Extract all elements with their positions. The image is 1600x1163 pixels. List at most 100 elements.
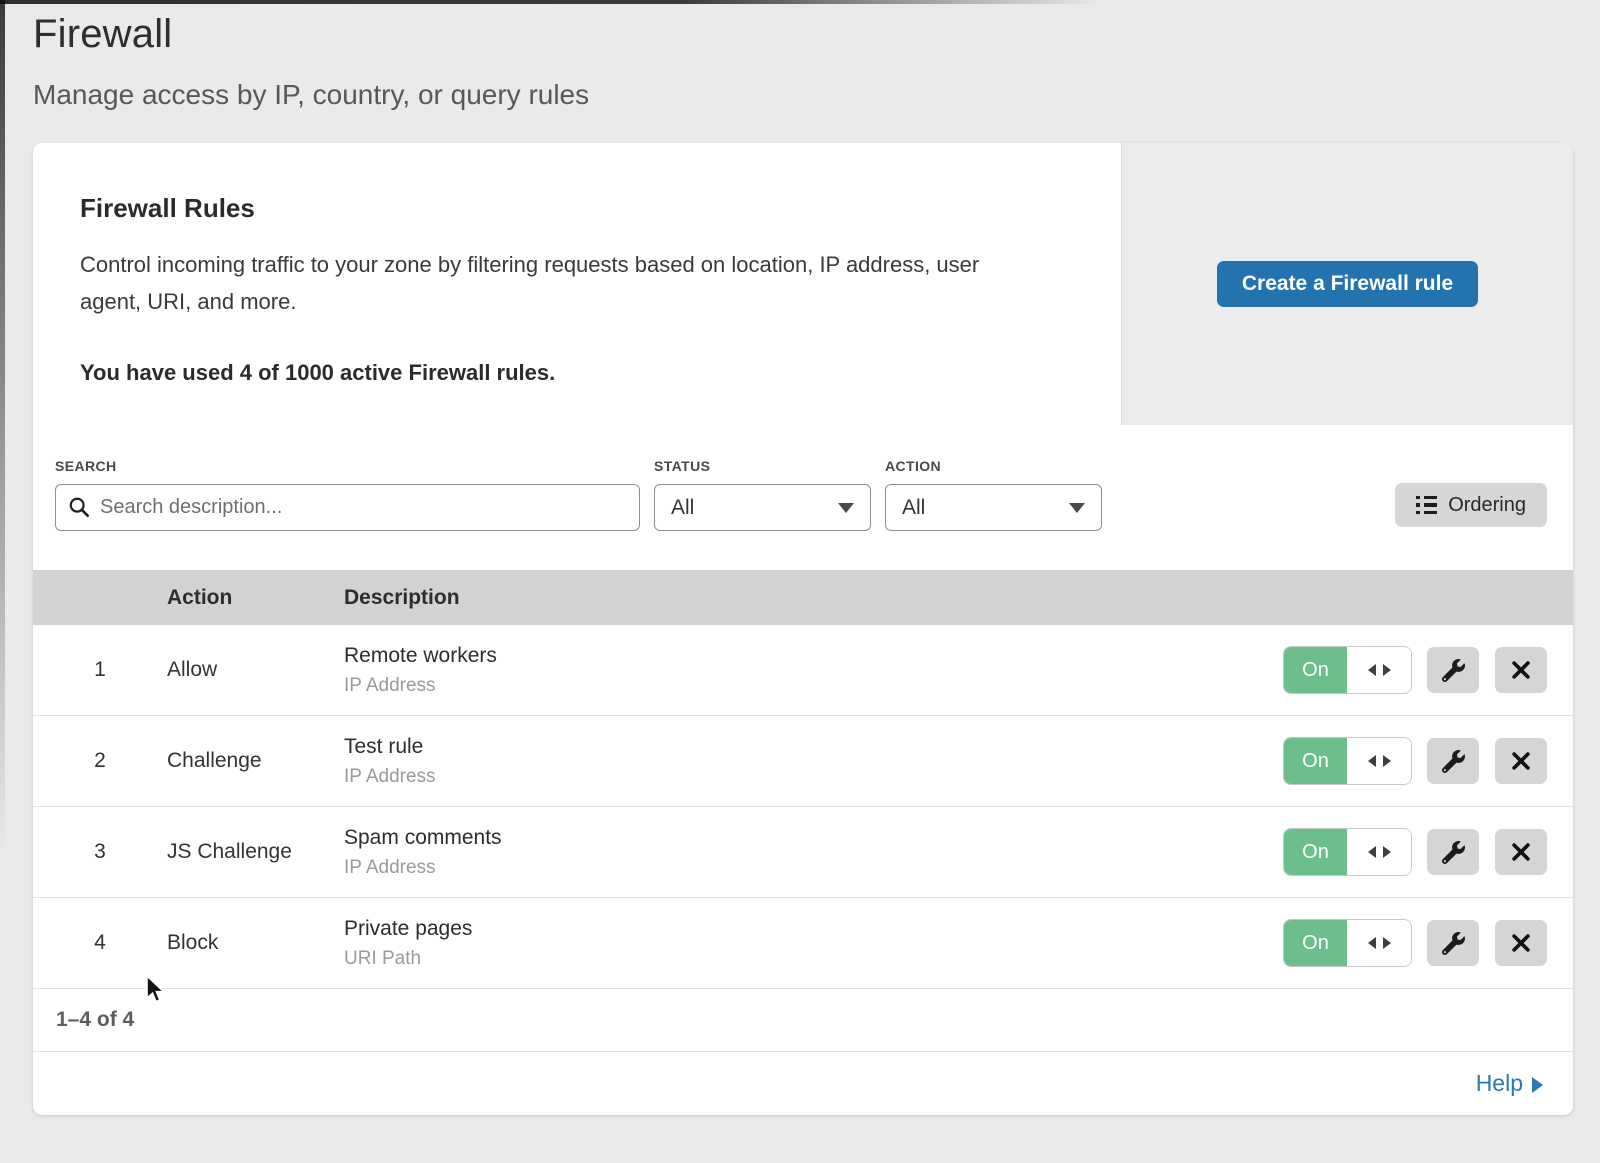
card-footer: Help bbox=[33, 1052, 1573, 1115]
action-select-value: All bbox=[902, 496, 925, 520]
table-row: 3 JS Challenge Spam comments IP Address … bbox=[33, 807, 1573, 898]
triangle-right-icon bbox=[1383, 846, 1391, 858]
rule-priority: 3 bbox=[33, 840, 167, 864]
chevron-down-icon bbox=[1069, 503, 1085, 513]
rule-enabled-toggle[interactable]: On bbox=[1284, 738, 1411, 784]
toggle-state-label: On bbox=[1284, 647, 1347, 693]
triangle-right-icon bbox=[1383, 664, 1391, 676]
rule-controls: On bbox=[1284, 738, 1547, 784]
action-select[interactable]: All bbox=[885, 484, 1102, 531]
pagination-bar: 1–4 of 4 bbox=[33, 989, 1573, 1052]
close-icon bbox=[1510, 841, 1532, 863]
chevron-down-icon bbox=[838, 503, 854, 513]
usage-summary: You have used 4 of 1000 active Firewall … bbox=[80, 360, 1081, 386]
rule-description: Remote workers bbox=[344, 644, 1284, 668]
triangle-left-icon bbox=[1368, 664, 1376, 676]
search-label: SEARCH bbox=[55, 458, 640, 474]
screenshot-edge-left bbox=[0, 0, 5, 860]
action-label: ACTION bbox=[885, 458, 1102, 474]
action-filter: ACTION All bbox=[885, 458, 1102, 531]
status-label: STATUS bbox=[654, 458, 871, 474]
search-input[interactable] bbox=[55, 484, 640, 531]
rule-priority: 2 bbox=[33, 749, 167, 773]
pagination-range: 1–4 of 4 bbox=[56, 1008, 134, 1032]
edit-rule-button[interactable] bbox=[1427, 647, 1479, 693]
rule-match-type: IP Address bbox=[344, 766, 1284, 788]
rule-match-type: URI Path bbox=[344, 948, 1284, 970]
table-header: Action Description bbox=[33, 570, 1573, 625]
page-subtitle: Manage access by IP, country, or query r… bbox=[33, 79, 1600, 111]
delete-rule-button[interactable] bbox=[1495, 647, 1547, 693]
rule-description: Test rule bbox=[344, 735, 1284, 759]
rule-action: Allow bbox=[167, 658, 344, 682]
toggle-handle[interactable] bbox=[1347, 647, 1411, 693]
rule-controls: On bbox=[1284, 829, 1547, 875]
triangle-right-icon bbox=[1383, 755, 1391, 767]
wrench-icon bbox=[1442, 841, 1465, 864]
ordering-button[interactable]: Ordering bbox=[1395, 483, 1547, 527]
section-heading: Firewall Rules bbox=[80, 193, 1081, 224]
status-select[interactable]: All bbox=[654, 484, 871, 531]
table-row: 4 Block Private pages URI Path On bbox=[33, 898, 1573, 989]
delete-rule-button[interactable] bbox=[1495, 738, 1547, 784]
table-row: 2 Challenge Test rule IP Address On bbox=[33, 716, 1573, 807]
edit-rule-button[interactable] bbox=[1427, 738, 1479, 784]
rule-enabled-toggle[interactable]: On bbox=[1284, 920, 1411, 966]
help-link-label: Help bbox=[1476, 1070, 1523, 1097]
status-filter: STATUS All bbox=[654, 458, 871, 531]
rule-description: Private pages bbox=[344, 917, 1284, 941]
edit-rule-button[interactable] bbox=[1427, 920, 1479, 966]
search-icon bbox=[68, 496, 90, 518]
rule-controls: On bbox=[1284, 647, 1547, 693]
rule-description: Spam comments bbox=[344, 826, 1284, 850]
rule-action: Challenge bbox=[167, 749, 344, 773]
wrench-icon bbox=[1442, 750, 1465, 773]
status-select-value: All bbox=[671, 496, 694, 520]
toggle-state-label: On bbox=[1284, 920, 1347, 966]
rule-action: JS Challenge bbox=[167, 840, 344, 864]
ordered-list-icon bbox=[1416, 496, 1437, 515]
search-filter: SEARCH bbox=[55, 458, 640, 531]
close-icon bbox=[1510, 750, 1532, 772]
toggle-state-label: On bbox=[1284, 738, 1347, 784]
section-description: Control incoming traffic to your zone by… bbox=[80, 246, 1030, 320]
rule-action: Block bbox=[167, 931, 344, 955]
action-column-header: Action bbox=[167, 586, 344, 610]
help-link[interactable]: Help bbox=[1476, 1070, 1543, 1097]
rule-match-type: IP Address bbox=[344, 857, 1284, 879]
rule-priority: 1 bbox=[33, 658, 167, 682]
ordering-button-label: Ordering bbox=[1448, 494, 1526, 517]
rule-enabled-toggle[interactable]: On bbox=[1284, 647, 1411, 693]
table-row: 1 Allow Remote workers IP Address On bbox=[33, 625, 1573, 716]
triangle-right-icon bbox=[1383, 937, 1391, 949]
delete-rule-button[interactable] bbox=[1495, 920, 1547, 966]
description-column-header: Description bbox=[344, 586, 1573, 610]
firewall-rules-card: Firewall Rules Control incoming traffic … bbox=[33, 143, 1573, 1115]
page-header: Firewall Manage access by IP, country, o… bbox=[0, 0, 1600, 111]
overview-text: Firewall Rules Control incoming traffic … bbox=[33, 143, 1121, 425]
rule-match-type: IP Address bbox=[344, 675, 1284, 697]
create-firewall-rule-button[interactable]: Create a Firewall rule bbox=[1217, 261, 1478, 307]
triangle-left-icon bbox=[1368, 846, 1376, 858]
toggle-state-label: On bbox=[1284, 829, 1347, 875]
close-icon bbox=[1510, 659, 1532, 681]
wrench-icon bbox=[1442, 659, 1465, 682]
triangle-right-icon bbox=[1532, 1077, 1543, 1093]
screenshot-edge-top bbox=[0, 0, 1100, 4]
rule-priority: 4 bbox=[33, 931, 167, 955]
overview-section: Firewall Rules Control incoming traffic … bbox=[33, 143, 1573, 425]
create-rule-panel: Create a Firewall rule bbox=[1121, 143, 1573, 425]
triangle-left-icon bbox=[1368, 937, 1376, 949]
wrench-icon bbox=[1442, 932, 1465, 955]
edit-rule-button[interactable] bbox=[1427, 829, 1479, 875]
filters-bar: SEARCH STATUS All ACTION All bbox=[33, 425, 1573, 570]
rule-controls: On bbox=[1284, 920, 1547, 966]
rule-enabled-toggle[interactable]: On bbox=[1284, 829, 1411, 875]
toggle-handle[interactable] bbox=[1347, 829, 1411, 875]
toggle-handle[interactable] bbox=[1347, 920, 1411, 966]
close-icon bbox=[1510, 932, 1532, 954]
triangle-left-icon bbox=[1368, 755, 1376, 767]
delete-rule-button[interactable] bbox=[1495, 829, 1547, 875]
page-title: Firewall bbox=[33, 12, 1600, 57]
toggle-handle[interactable] bbox=[1347, 738, 1411, 784]
